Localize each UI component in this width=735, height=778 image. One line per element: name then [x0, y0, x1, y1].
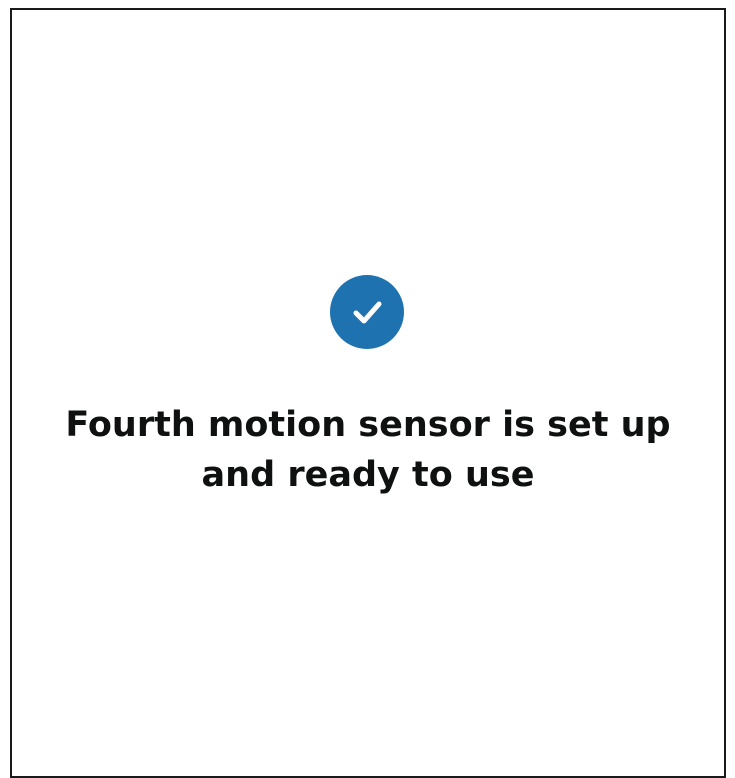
checkmark-circle-icon	[330, 275, 404, 349]
checkmark-icon	[353, 301, 382, 324]
setup-complete-screen: Fourth motion sensor is set up and ready…	[10, 8, 726, 778]
setup-complete-message: Fourth motion sensor is set up and ready…	[65, 405, 671, 495]
